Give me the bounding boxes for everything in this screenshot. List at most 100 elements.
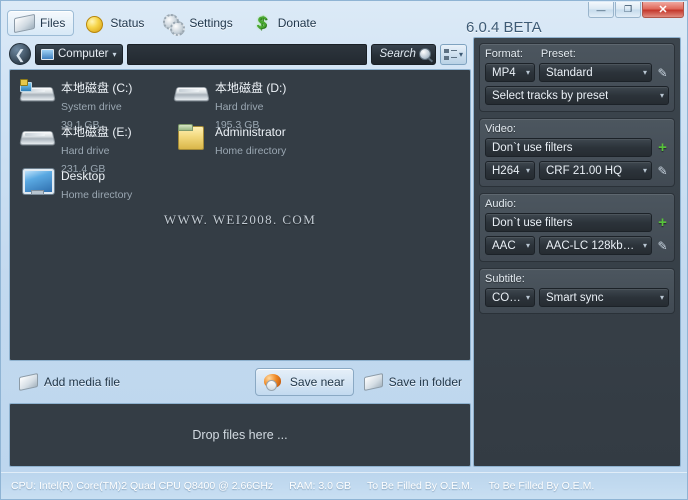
video-settings-icon[interactable]: ✎ — [656, 165, 669, 177]
status-bar: CPU: Intel(R) Core(TM)2 Quad CPU Q8400 @… — [1, 472, 687, 499]
maximize-button[interactable]: ❐ — [615, 2, 641, 18]
list-item[interactable]: Administrator Home directory — [174, 122, 328, 164]
settings-icon — [161, 12, 186, 36]
page-icon — [18, 373, 38, 391]
save-in-folder-label: Save in folder — [388, 375, 462, 389]
add-video-filter-icon[interactable]: + — [656, 140, 669, 155]
search-input[interactable]: Search — [370, 43, 436, 65]
video-filters-field[interactable]: Don`t use filters — [485, 138, 652, 157]
location-combo[interactable]: Computer ▾ — [35, 43, 123, 65]
video-group: Video: Don`t use filters + H264 ▾ CRF 21… — [479, 118, 675, 187]
desktop-icon — [20, 166, 54, 196]
chevron-down-icon: ▾ — [525, 166, 530, 175]
application-window: — ❐ ✕ Files Status Settings Donate 6.0.4… — [0, 0, 688, 500]
chevron-down-icon: ▾ — [642, 166, 647, 175]
close-button[interactable]: ✕ — [642, 2, 684, 18]
version-label: 6.0.4 BETA — [466, 19, 542, 36]
chevron-down-icon: ▾ — [525, 241, 530, 250]
drop-files-label: Drop files here ... — [192, 428, 288, 442]
item-name: Administrator — [215, 125, 286, 139]
status-ram: RAM: 3.0 GB — [289, 480, 352, 492]
status-icon — [82, 12, 106, 34]
item-type: Hard drive — [215, 101, 264, 113]
status-cpu: CPU: Intel(R) Core(TM)2 Quad CPU Q8400 @… — [11, 480, 274, 492]
add-media-label: Add media file — [44, 375, 121, 389]
audio-filters-value: Don`t use filters — [492, 216, 573, 229]
chevron-down-icon: ▾ — [642, 241, 647, 250]
encoding-options-panel: Format: Preset: MP4 ▾ Standard ▾ ✎ Selec… — [473, 37, 681, 467]
save-near-label: Save near — [289, 375, 345, 389]
video-quality-value: CRF 21.00 HQ — [546, 164, 623, 177]
item-name: 本地磁盘 (E:) — [61, 125, 132, 139]
preset-select[interactable]: Standard ▾ — [539, 63, 652, 82]
preset-label: Preset: — [540, 48, 576, 60]
toolbar-item-donate[interactable]: Donate — [245, 10, 326, 36]
item-type: System drive — [61, 101, 122, 113]
chevron-down-icon: ▾ — [659, 293, 664, 302]
video-codec-select[interactable]: H264 ▾ — [485, 161, 535, 180]
add-media-file-button[interactable]: Add media file — [9, 368, 129, 396]
watermark-text: WWW. WEI2008. COM — [163, 212, 317, 227]
audio-codec-select[interactable]: AAC ▾ — [485, 236, 535, 255]
view-options-button[interactable]: ▾ — [439, 43, 467, 65]
save-in-folder-button[interactable]: Save in folder — [354, 368, 471, 396]
add-audio-filter-icon[interactable]: + — [656, 215, 669, 230]
audio-filters-field[interactable]: Don`t use filters — [485, 213, 652, 232]
status-oem-1: To Be Filled By O.E.M. — [367, 480, 473, 492]
window-controls: — ❐ ✕ — [587, 2, 684, 18]
toolbar-label-donate: Donate — [277, 16, 317, 30]
toolbar-label-status: Status — [110, 16, 145, 30]
chevron-down-icon: ▾ — [525, 68, 530, 77]
main-toolbar: Files Status Settings Donate — [7, 9, 325, 37]
format-settings-icon[interactable]: ✎ — [656, 67, 669, 79]
search-label: Search — [379, 48, 416, 60]
video-quality-select[interactable]: CRF 21.00 HQ ▾ — [539, 161, 652, 180]
search-icon — [418, 48, 431, 60]
subtitle-mode-value: COPY — [492, 291, 522, 304]
toolbar-item-status[interactable]: Status — [77, 10, 153, 36]
path-input[interactable] — [126, 43, 367, 65]
subtitle-label: Subtitle: — [485, 273, 525, 285]
audio-quality-value: AAC-LC 128kbps Stereo — [546, 239, 639, 252]
status-oem-2: To Be Filled By O.E.M. — [488, 480, 595, 492]
format-label: Format: — [485, 48, 523, 60]
toolbar-item-files[interactable]: Files — [7, 10, 75, 36]
subtitle-group: Subtitle: COPY ▾ Smart sync ▾ — [479, 268, 675, 314]
drive-list: 本地磁盘 (C:) System drive 39.1 GB 本地磁盘 (D:)… — [10, 70, 470, 210]
location-label: Computer — [58, 48, 109, 60]
audio-settings-icon[interactable]: ✎ — [656, 240, 669, 252]
donate-icon — [250, 12, 274, 34]
toolbar-label-files: Files — [40, 16, 66, 30]
back-button[interactable]: ❮ — [9, 43, 31, 65]
container-value: MP4 — [492, 66, 516, 79]
toolbar-item-settings[interactable]: Settings — [156, 10, 241, 36]
minimize-button[interactable]: — — [588, 2, 614, 18]
video-label: Video: — [485, 123, 516, 135]
audio-group: Audio: Don`t use filters + AAC ▾ AAC-LC … — [479, 193, 675, 262]
video-filters-value: Don`t use filters — [492, 141, 573, 154]
chevron-down-icon: ▾ — [642, 68, 647, 77]
file-browser-panel[interactable]: 本地磁盘 (C:) System drive 39.1 GB 本地磁盘 (D:)… — [9, 69, 471, 361]
hdd-icon — [20, 122, 54, 152]
files-icon — [12, 12, 36, 34]
hdd-icon — [174, 78, 208, 108]
tracks-select[interactable]: Select tracks by preset ▾ — [485, 86, 669, 105]
drop-files-area[interactable]: Drop files here ... — [9, 403, 471, 467]
list-item[interactable]: 本地磁盘 (C:) System drive 39.1 GB — [20, 78, 174, 131]
list-item[interactable]: 本地磁盘 (E:) Hard drive 231.4 GB — [20, 122, 174, 175]
item-type: Home directory — [215, 145, 287, 157]
subtitle-mode-select[interactable]: COPY ▾ — [485, 288, 535, 307]
hdd-system-icon — [20, 78, 54, 108]
item-name: 本地磁盘 (C:) — [61, 81, 133, 95]
subtitle-sync-select[interactable]: Smart sync ▾ — [539, 288, 669, 307]
audio-label: Audio: — [485, 198, 517, 210]
item-name: 本地磁盘 (D:) — [215, 81, 287, 95]
container-select[interactable]: MP4 ▾ — [485, 63, 535, 82]
audio-quality-select[interactable]: AAC-LC 128kbps Stereo ▾ — [539, 236, 652, 255]
item-type: Hard drive — [61, 145, 110, 157]
preset-value: Standard — [546, 66, 593, 79]
list-item[interactable]: 本地磁盘 (D:) Hard drive 195.3 GB — [174, 78, 328, 131]
chevron-down-icon: ▾ — [458, 49, 463, 59]
save-near-button[interactable]: Save near — [254, 368, 354, 396]
list-item[interactable]: Desktop Home directory — [20, 166, 174, 208]
